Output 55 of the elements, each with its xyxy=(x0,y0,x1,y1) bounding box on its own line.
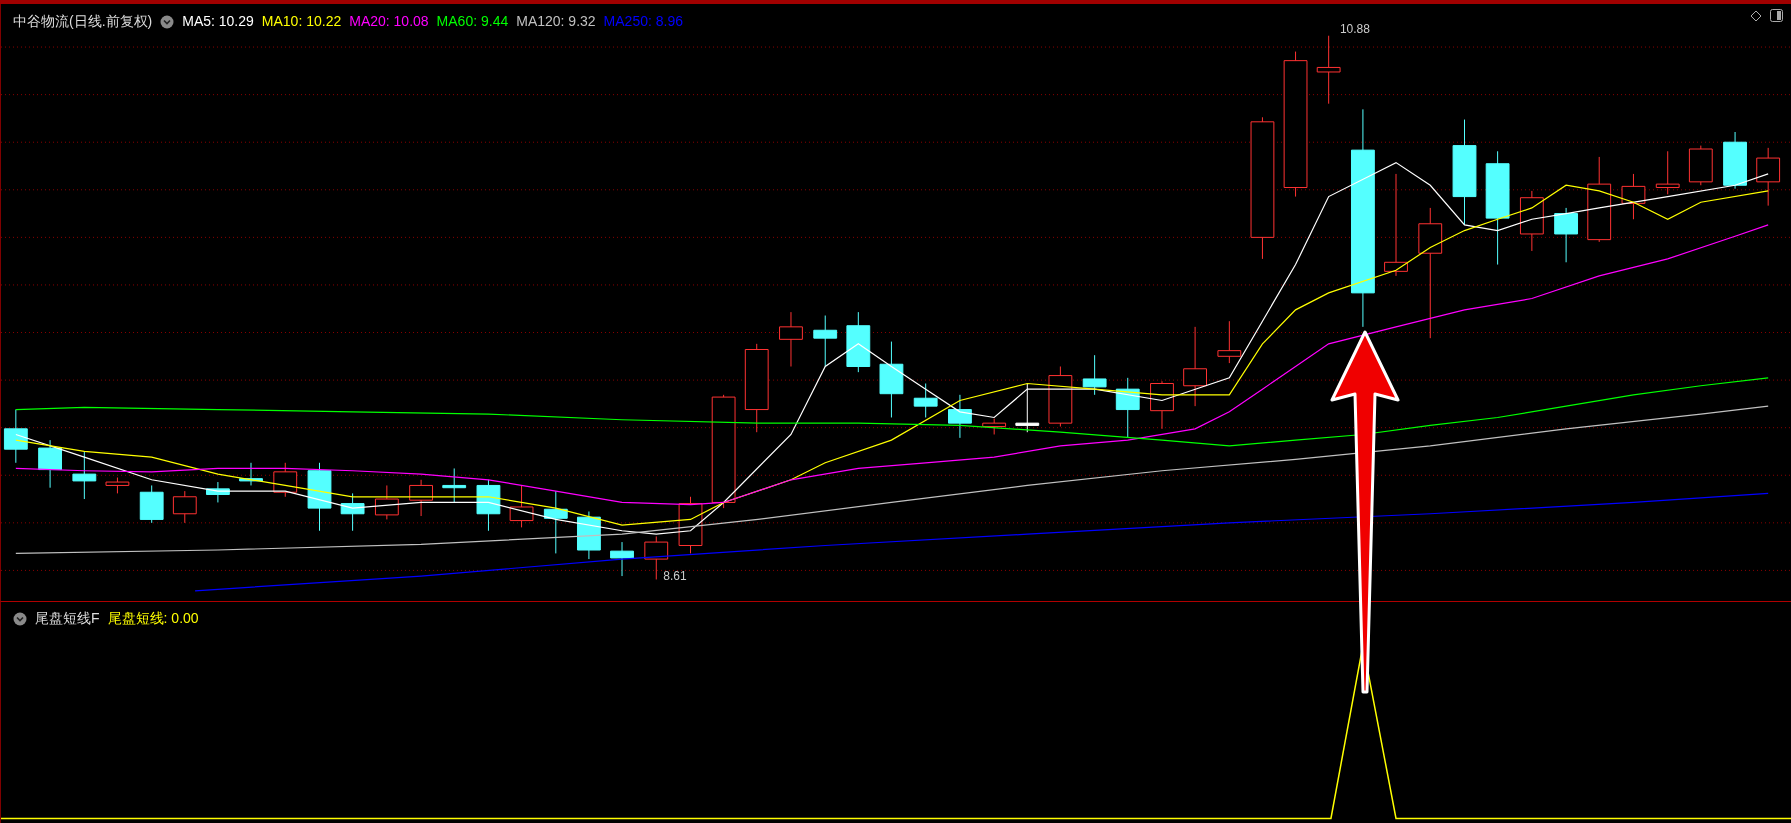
candlestick xyxy=(913,383,938,418)
high-price-label: 10.88 xyxy=(1339,20,1370,38)
candlestick xyxy=(1723,131,1747,190)
candlestick xyxy=(610,541,634,577)
candlestick xyxy=(543,490,568,554)
ma-legend-item: MA20: 10.08 xyxy=(349,12,429,31)
candlestick xyxy=(1217,320,1242,364)
indicator-name: 尾盘短线F xyxy=(35,609,100,628)
candlestick xyxy=(982,418,1007,435)
candlestick xyxy=(476,479,501,532)
chevron-down-icon[interactable] xyxy=(13,611,27,626)
ma-legend-item: MA5: 10.29 xyxy=(182,12,254,31)
candlestick xyxy=(509,484,534,528)
candlestick xyxy=(442,467,467,503)
candlestick xyxy=(1621,173,1646,220)
candlestick xyxy=(409,479,433,517)
candlestick xyxy=(3,409,28,464)
ma-legend-item: MA120: 9.32 xyxy=(516,12,596,31)
ma-legend-item: MA10: 10.22 xyxy=(261,12,342,31)
candlestick xyxy=(1554,207,1578,263)
candlestick xyxy=(813,315,838,367)
candlestick xyxy=(577,511,601,560)
candlestick xyxy=(105,477,130,494)
candlestick xyxy=(1519,190,1544,252)
ma-legend-item: MA60: 9.44 xyxy=(436,12,509,31)
chart-title: 中谷物流(日线.前复权) xyxy=(13,12,153,31)
candlestick xyxy=(1756,147,1781,207)
candlestick xyxy=(307,462,332,532)
candlestick xyxy=(779,311,803,367)
candlestick xyxy=(206,481,230,503)
candlestick xyxy=(273,462,298,498)
panel-icon[interactable] xyxy=(1770,9,1783,22)
candlestick xyxy=(1048,366,1073,428)
candlestick xyxy=(1082,354,1107,396)
candlestick xyxy=(1015,383,1040,433)
candlestick xyxy=(846,311,871,373)
candlestick xyxy=(340,492,365,532)
chevron-down-icon[interactable] xyxy=(160,14,175,29)
candlestick xyxy=(72,450,97,500)
candlestick xyxy=(139,484,164,524)
candlestick xyxy=(38,439,62,489)
candlestick xyxy=(172,490,197,524)
diamond-icon[interactable] xyxy=(1750,9,1762,22)
candlestick xyxy=(948,394,972,439)
candlestick xyxy=(1150,380,1174,430)
candlestick xyxy=(1688,145,1713,186)
candlestick xyxy=(1655,150,1680,195)
ma-legend-item: MA250: 8.96 xyxy=(603,12,683,31)
indicator-value: 尾盘短线: 0.00 xyxy=(107,609,199,628)
candlestick xyxy=(678,496,703,554)
low-price-label: 8.61 xyxy=(663,567,687,585)
candlestick xyxy=(239,462,263,486)
candlestick xyxy=(374,484,399,520)
candlestick xyxy=(1115,377,1140,439)
candlestick xyxy=(1316,35,1341,105)
